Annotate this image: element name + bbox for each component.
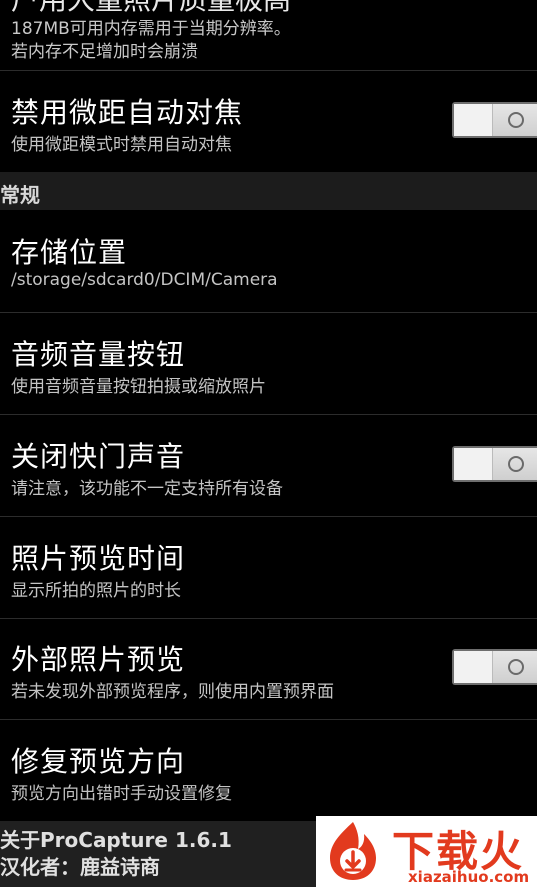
preference-summary-line2: 若内存不足增加时会崩溃 (11, 42, 198, 62)
about-version-text: 关于ProCapture 1.6.1 (0, 828, 232, 852)
preference-summary: 若未发现外部预览程序，则使用内置预界面 (11, 682, 334, 702)
preference-title: 关闭快门声音 (11, 440, 186, 473)
preference-item-memory[interactable]: 户用大量照片质量极高 187MB可用内存需用于当期分辨率。 若内存不足增加时会崩… (0, 0, 537, 71)
preference-item-shutter-sound[interactable]: 关闭快门声音 请注意，该功能不一定支持所有设备 (0, 415, 537, 517)
preference-summary: 使用微距模式时禁用自动对焦 (11, 135, 232, 155)
preference-title: 外部照片预览 (11, 643, 186, 676)
watermark-url-text: xiazaihuo.com (408, 868, 530, 886)
toggle-track (454, 104, 492, 136)
preference-item-preview-time[interactable]: 照片预览时间 显示所拍的照片的时长 (0, 517, 537, 619)
flame-download-icon (330, 822, 376, 880)
preference-item-storage-location[interactable]: 存储位置 /storage/sdcard0/DCIM/Camera (0, 210, 537, 313)
toggle-track (454, 651, 492, 683)
preference-item-fix-orientation[interactable]: 修复预览方向 预览方向出错时手动设置修复 (0, 720, 537, 821)
preference-item-disable-macro-af[interactable]: 禁用微距自动对焦 使用微距模式时禁用自动对焦 (0, 71, 537, 173)
preference-title: 音频音量按钮 (11, 338, 186, 371)
settings-screen: 户用大量照片质量极高 187MB可用内存需用于当期分辨率。 若内存不足增加时会崩… (0, 0, 537, 887)
preference-title: 存储位置 (11, 236, 128, 269)
section-title: 常规 (0, 183, 40, 207)
preference-summary: 显示所拍的照片的时长 (11, 581, 181, 601)
watermark-logo: 下载火 xiazaihuo.com (316, 816, 537, 887)
preference-item-volume-keys[interactable]: 音频音量按钮 使用音频音量按钮拍摄或缩放照片 (0, 313, 537, 415)
preference-title: 禁用微距自动对焦 (11, 96, 244, 129)
preference-summary: /storage/sdcard0/DCIM/Camera (11, 270, 278, 290)
preference-title: 修复预览方向 (11, 745, 186, 778)
toggle-switch[interactable] (452, 649, 537, 685)
toggle-off-icon (508, 659, 524, 675)
preference-summary-line1: 187MB可用内存需用于当期分辨率。 (11, 19, 291, 39)
toggle-switch[interactable] (452, 102, 537, 138)
toggle-track (454, 448, 492, 480)
preference-title: 照片预览时间 (11, 542, 186, 575)
toggle-off-icon (508, 112, 524, 128)
preference-summary: 预览方向出错时手动设置修复 (11, 784, 232, 804)
section-header-general: 常规 (0, 172, 537, 210)
toggle-off-icon (508, 456, 524, 472)
preference-summary: 使用音频音量按钮拍摄或缩放照片 (11, 377, 266, 397)
translator-credit-text: 汉化者：鹿益诗商 (0, 855, 160, 879)
preference-item-external-preview[interactable]: 外部照片预览 若未发现外部预览程序，则使用内置预界面 (0, 619, 537, 720)
preference-summary: 请注意，该功能不一定支持所有设备 (11, 479, 283, 499)
toggle-switch[interactable] (452, 446, 537, 482)
